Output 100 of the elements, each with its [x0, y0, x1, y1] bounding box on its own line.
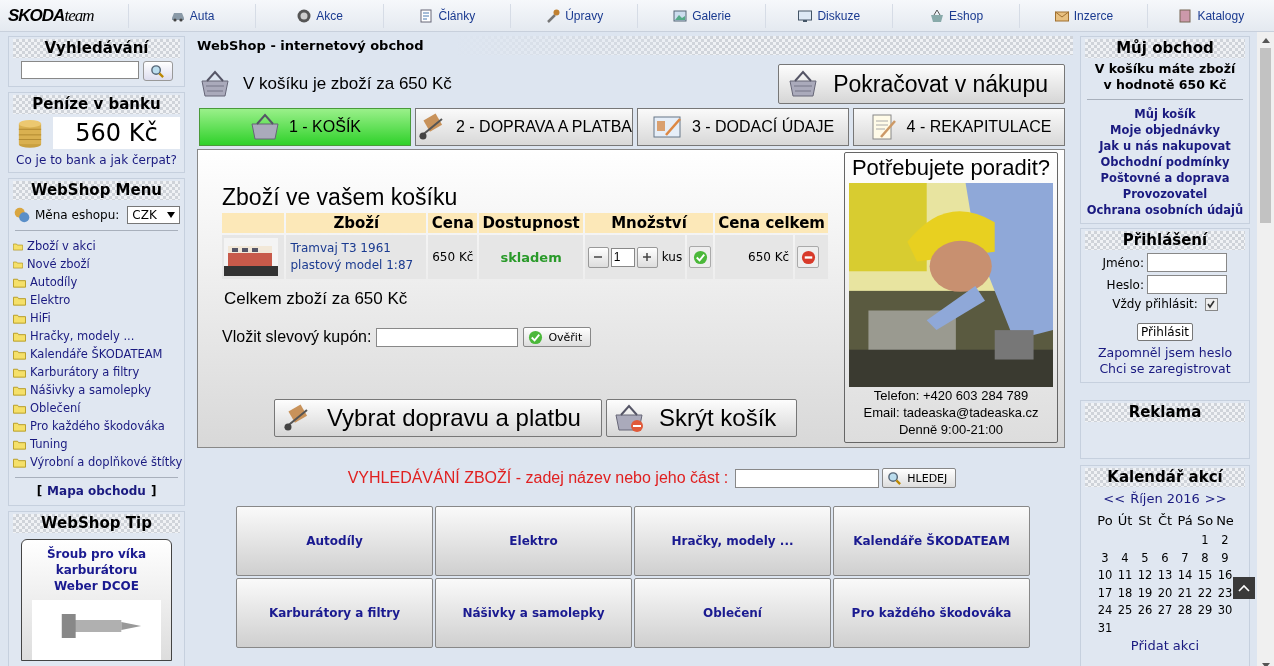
- step-tab[interactable]: 2 - DOPRAVA A PLATBA: [414, 108, 634, 146]
- scrollbar[interactable]: [1257, 32, 1274, 666]
- nav-link[interactable]: Eshop: [891, 3, 1020, 28]
- calendar-day[interactable]: 16: [1217, 568, 1233, 582]
- remember-checkbox[interactable]: [1204, 297, 1218, 311]
- previous-month-link[interactable]: <<: [1103, 491, 1126, 506]
- shop-map-link[interactable]: Mapa obchodu: [47, 484, 146, 498]
- scroll-up-arrow-icon[interactable]: [1261, 37, 1270, 43]
- bank-info-link[interactable]: Co je to bank a jak čerpat?: [13, 153, 180, 167]
- calendar-day[interactable]: 15: [1197, 568, 1213, 582]
- calendar-day[interactable]: 23: [1217, 585, 1233, 600]
- menu-item[interactable]: Autodíly: [13, 273, 78, 291]
- category-tile[interactable]: Autodíly: [236, 506, 433, 576]
- calendar-day[interactable]: 14: [1177, 568, 1193, 582]
- login-button[interactable]: Přihlásit: [1137, 323, 1193, 341]
- calendar-day[interactable]: 21: [1177, 585, 1193, 600]
- menu-item[interactable]: Elektro: [13, 291, 71, 309]
- continue-shopping-button[interactable]: Pokračovat v nákupu: [778, 64, 1065, 104]
- nav-link[interactable]: Inzerce: [1019, 3, 1147, 28]
- category-tile[interactable]: Oblečení: [634, 578, 831, 648]
- tip-card[interactable]: Šroub pro víka karburátoru Weber DCOE: [21, 539, 172, 661]
- search-button[interactable]: HLEDEJ: [882, 468, 957, 488]
- forgot-password-link[interactable]: Zapomněl jsem heslo: [1085, 345, 1245, 361]
- nav-link[interactable]: Diskuze: [764, 3, 892, 28]
- scrollbar-thumb[interactable]: [1260, 48, 1271, 223]
- search-field[interactable]: [20, 61, 139, 79]
- calendar-day[interactable]: 6: [1161, 550, 1169, 565]
- nav-link[interactable]: Akce: [255, 3, 383, 28]
- calendar-day[interactable]: 4: [1121, 550, 1129, 565]
- increase-button[interactable]: [636, 246, 658, 268]
- remove-button[interactable]: [797, 246, 820, 268]
- calendar-day[interactable]: 9: [1221, 550, 1229, 565]
- category-tile[interactable]: Kalendáře ŠKODATEAM: [833, 506, 1030, 576]
- menu-item[interactable]: Kalendáře ŠKODATEAM: [13, 345, 163, 363]
- step-tab[interactable]: 1 - KOŠÍK: [199, 108, 411, 146]
- calendar-day[interactable]: 26: [1137, 603, 1153, 617]
- name-field[interactable]: [1147, 253, 1227, 272]
- next-month-link[interactable]: >>: [1204, 491, 1227, 506]
- calendar-day[interactable]: 30: [1217, 603, 1233, 617]
- password-field[interactable]: [1147, 275, 1227, 294]
- menu-item[interactable]: Nášivky a samolepky: [13, 381, 151, 399]
- quantity-field[interactable]: 1: [610, 247, 635, 267]
- search-button[interactable]: [142, 61, 173, 81]
- calendar-day[interactable]: 5: [1141, 550, 1149, 565]
- calendar-day[interactable]: 22: [1197, 585, 1213, 600]
- confirm-button[interactable]: [689, 246, 712, 268]
- calendar-day[interactable]: 20: [1157, 585, 1173, 600]
- shop-link[interactable]: Můj košík: [1085, 106, 1245, 122]
- menu-item[interactable]: Karburátory a filtry: [13, 363, 140, 381]
- menu-item[interactable]: Výrobní a doplňkové štítky: [13, 453, 183, 471]
- calendar-day[interactable]: 3: [1101, 550, 1109, 565]
- calendar-day[interactable]: 2: [1221, 533, 1229, 547]
- calendar-day[interactable]: 12: [1137, 568, 1153, 582]
- step-tab[interactable]: 3 - DODACÍ ÚDAJE: [637, 108, 849, 146]
- shop-link[interactable]: Poštovné a doprava: [1085, 170, 1245, 186]
- calendar-day[interactable]: 24: [1097, 603, 1113, 617]
- shop-link[interactable]: Obchodní podmínky: [1085, 154, 1245, 170]
- category-tile[interactable]: Nášivky a samolepky: [435, 578, 632, 648]
- nav-link[interactable]: Úpravy: [510, 3, 638, 28]
- nav-link[interactable]: Katalogy: [1146, 3, 1274, 28]
- menu-item[interactable]: Oblečení: [13, 399, 81, 417]
- calendar-day[interactable]: 31: [1097, 620, 1113, 635]
- menu-item[interactable]: Nové zboží: [13, 255, 90, 273]
- site-logo[interactable]: SKODAteam: [0, 5, 128, 26]
- calendar-day[interactable]: 1: [1201, 533, 1209, 547]
- hide-cart-button[interactable]: Skrýt košík: [605, 399, 798, 437]
- shop-link[interactable]: Moje objednávky: [1085, 122, 1245, 138]
- calendar-day[interactable]: 10: [1097, 568, 1113, 582]
- menu-item[interactable]: Zboží v akci: [13, 237, 96, 255]
- menu-item[interactable]: Pro každého škodováka: [13, 417, 165, 435]
- coupon-field[interactable]: [376, 327, 519, 347]
- calendar-day[interactable]: 18: [1117, 585, 1133, 600]
- shop-link[interactable]: Ochrana osobních údajů: [1085, 202, 1245, 218]
- calendar-day[interactable]: 13: [1157, 568, 1173, 582]
- shop-link[interactable]: Jak u nás nakupovat: [1085, 138, 1245, 154]
- calendar-day[interactable]: 19: [1137, 585, 1153, 600]
- menu-item[interactable]: Tuning: [13, 435, 68, 453]
- calendar-day[interactable]: 11: [1117, 568, 1133, 582]
- decrease-button[interactable]: [587, 246, 609, 268]
- scroll-to-top-button[interactable]: [1233, 577, 1255, 599]
- category-tile[interactable]: Hračky, modely ...: [634, 506, 831, 576]
- category-tile[interactable]: Karburátory a filtry: [236, 578, 433, 648]
- calendar-day[interactable]: 8: [1201, 550, 1209, 565]
- product-search-field[interactable]: [735, 468, 880, 488]
- nav-link[interactable]: Auta: [128, 3, 256, 28]
- shop-link[interactable]: Provozovatel: [1085, 186, 1245, 202]
- calendar-day[interactable]: 17: [1097, 585, 1113, 600]
- calendar-day[interactable]: 29: [1197, 603, 1213, 617]
- calendar-day[interactable]: 27: [1157, 603, 1173, 617]
- category-tile[interactable]: Elektro: [435, 506, 632, 576]
- category-tile[interactable]: Pro každého škodováka: [833, 578, 1030, 648]
- menu-item[interactable]: Hračky, modely ...: [13, 327, 135, 345]
- add-event-link[interactable]: Přidat akci: [1085, 638, 1245, 653]
- menu-item[interactable]: HiFi: [13, 309, 51, 327]
- register-link[interactable]: Chci se zaregistrovat: [1085, 361, 1245, 377]
- step-tab[interactable]: 4 - REKAPITULACE: [853, 108, 1065, 146]
- shipping-button[interactable]: Vybrat dopravu a platbu: [274, 399, 602, 437]
- verify-button[interactable]: Ověřit: [523, 327, 592, 347]
- nav-link[interactable]: Galerie: [637, 3, 765, 28]
- calendar-day[interactable]: 25: [1117, 603, 1133, 617]
